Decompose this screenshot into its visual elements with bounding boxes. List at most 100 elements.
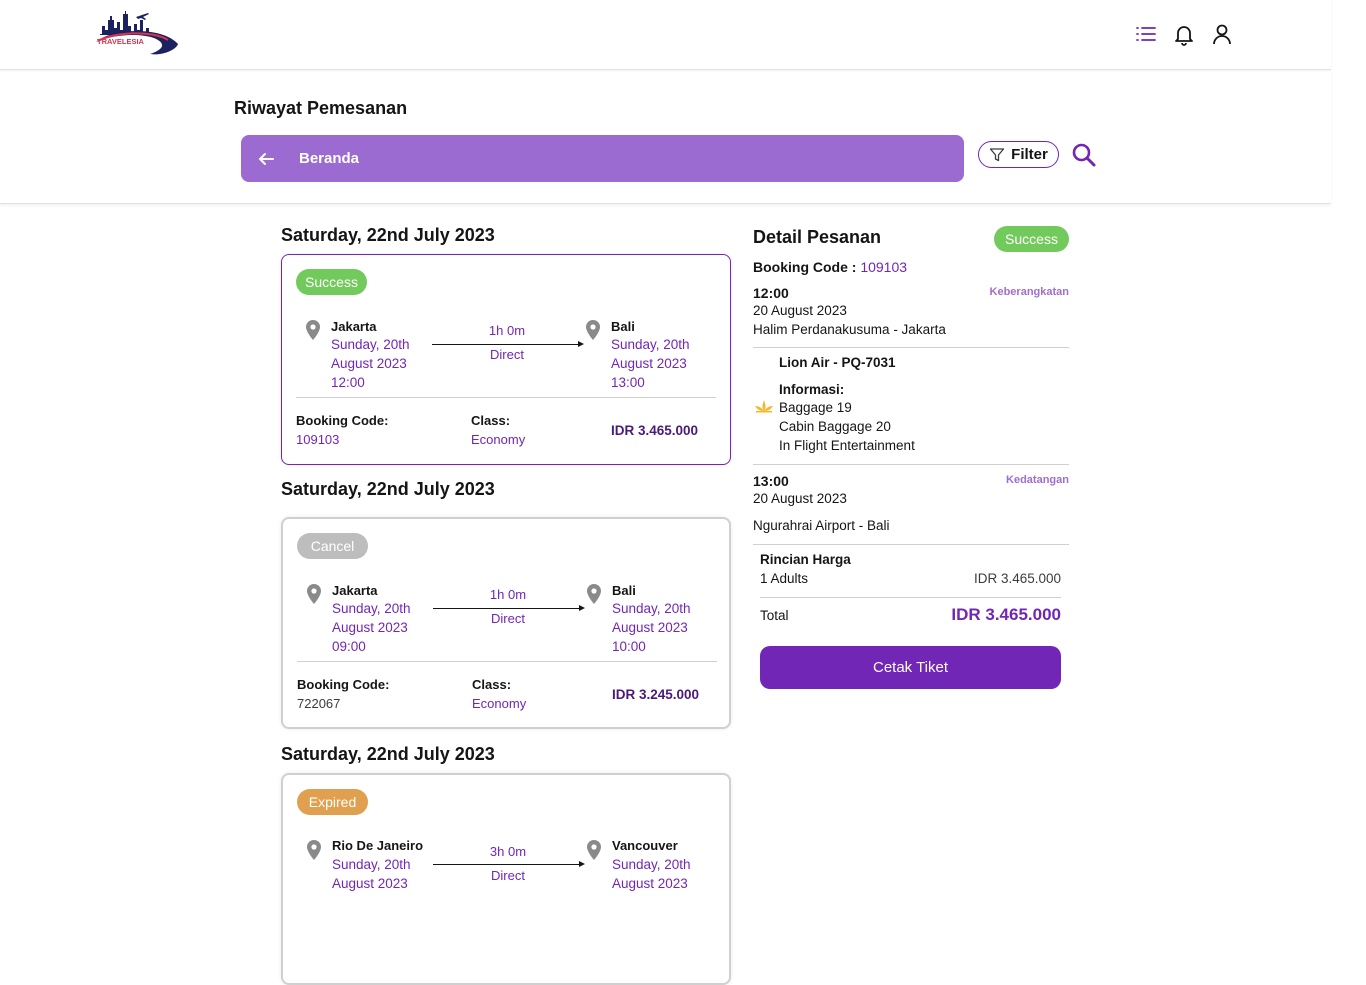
location-pin-icon [586,584,602,604]
price-row-adults: 1 Adults IDR 3.465.000 [760,571,1061,586]
list-icon[interactable] [1134,22,1158,46]
airline-name: Lion Air - PQ-7031 [779,355,896,370]
location-pin-icon [586,840,602,860]
detail-divider [753,544,1069,545]
arrival-day: Sunday, 20th [612,857,691,872]
info-item: Cabin Baggage 20 [779,419,891,434]
status-badge: Cancel [297,533,368,559]
arrival-datetime: Sunday, 20th August 2023 [612,855,702,893]
departure-day: Sunday, 20th [331,337,410,352]
detail-divider [753,347,1069,348]
status-badge: Expired [297,789,368,815]
arrival-time: 13:00 [611,375,645,390]
filter-label: Filter [1011,146,1048,163]
location-pin-icon [305,320,321,340]
flight-duration: 3h 0m [489,844,527,859]
booking-code-value: 722067 [297,696,341,711]
class-value: Economy [471,432,526,447]
class-value: Economy [472,696,527,711]
detail-status-badge: Success [994,226,1069,252]
flight-type: Direct [490,347,524,362]
departure-time: 12:00 [331,375,365,390]
order-card[interactable]: Cancel Jakarta Sunday, 20th August 2023 … [281,517,731,729]
order-card[interactable]: Expired Rio De Janeiro Sunday, 20th Augu… [281,773,731,985]
card-divider [296,397,716,398]
price-breakdown-label: Rincian Harga [760,552,851,567]
flight-type: Direct [491,868,525,883]
location-pin-icon [585,320,601,340]
order-date-heading: Saturday, 22nd July 2023 [281,479,495,499]
arrival-time: 10:00 [612,639,646,654]
order-date-heading: Saturday, 22nd July 2023 [281,225,495,245]
adults-label: 1 Adults [760,571,809,586]
departure-date: 20 August 2023 [753,303,847,318]
arrival-day: Sunday, 20th [611,337,690,352]
arrival-datetime: Sunday, 20th August 2023 10:00 [612,599,702,656]
detail-title: Detail Pesanan [753,227,882,247]
filter-button[interactable]: Filter [978,141,1059,168]
flight-duration: 1h 0m [488,323,526,338]
airline-logo-icon [753,398,775,414]
arrival-datetime: Sunday, 20th August 2023 13:00 [611,335,701,392]
price-total-row: Total IDR 3.465.000 [760,605,1061,625]
flight-type: Direct [491,611,525,626]
booking-code-label: Booking Code: [297,677,390,692]
flight-arrow [433,861,585,867]
detail-divider [760,597,1061,598]
bell-icon[interactable] [1172,22,1196,46]
class-label: Class: [472,677,512,692]
search-icon[interactable] [1071,142,1097,168]
info-item: In Flight Entertainment [779,438,915,453]
order-card[interactable]: Success Jakarta Sunday, 20th August 2023… [281,254,731,465]
order-price: IDR 3.245.000 [612,687,700,702]
order-price: IDR 3.465.000 [611,423,699,438]
departure-tag: Keberangkatan [989,286,1069,298]
departure-month: August 2023 [331,356,407,371]
total-label: Total [760,607,789,623]
flight-arrow [433,605,585,611]
departure-airport: Halim Perdanakusuma - Jakarta [753,322,946,337]
arrival-airport: Ngurahrai Airport - Bali [753,518,890,533]
location-pin-icon [306,840,322,860]
departure-datetime: Sunday, 20th August 2023 12:00 [331,335,421,392]
page-title: Riwayat Pemesanan [234,98,408,118]
detail-booking-code-label: Booking Code : [753,259,857,275]
departure-city: Jakarta [331,319,377,334]
arrival-tag: Kedatangan [1006,474,1069,486]
departure-time: 09:00 [332,639,366,654]
departure-datetime: Sunday, 20th August 2023 09:00 [332,599,422,656]
flight-arrow [432,341,584,347]
info-label: Informasi: [779,382,845,397]
adults-price: IDR 3.465.000 [973,571,1061,586]
total-price: IDR 3.465.000 [951,605,1061,624]
travelesia-logo[interactable]: TRAVELESIA [92,8,180,58]
detail-divider [753,464,1069,465]
arrival-city: Bali [612,583,636,598]
print-ticket-button[interactable]: Cetak Tiket [760,646,1061,689]
info-item: Baggage 19 [779,400,852,415]
departure-day: Sunday, 20th [332,601,411,616]
departure-day: Sunday, 20th [332,857,411,872]
card-divider [297,661,717,662]
arrival-month: August 2023 [612,620,688,635]
departure-city: Jakarta [332,583,378,598]
departure-time: 12:00 [753,285,789,301]
back-label: Beranda [299,150,360,167]
arrival-date: 20 August 2023 [753,491,847,506]
arrival-time: 13:00 [753,473,789,489]
flight-duration: 1h 0m [489,587,527,602]
arrow-left-icon [257,150,275,168]
back-to-home-bar[interactable]: Beranda [241,135,964,182]
departure-city: Rio De Janeiro [332,838,424,853]
arrival-city: Vancouver [612,838,678,853]
arrival-city: Bali [611,319,635,334]
user-icon[interactable] [1210,22,1234,46]
order-date-heading: Saturday, 22nd July 2023 [281,744,495,764]
detail-booking-code: Booking Code : 109103 [753,259,907,275]
departure-month: August 2023 [332,620,408,635]
booking-code-value: 109103 [296,432,340,447]
booking-code-label: Booking Code: [296,413,389,428]
page-header: Riwayat Pemesanan Beranda Filter [0,70,1331,204]
detail-booking-code-value: 109103 [860,259,908,275]
location-pin-icon [306,584,322,604]
